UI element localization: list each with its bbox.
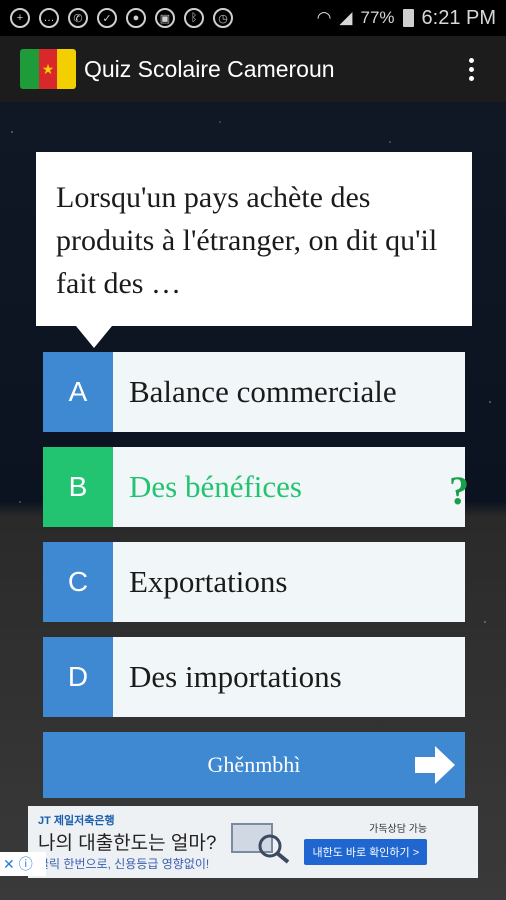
- lock-icon: ▣: [155, 8, 175, 28]
- ad-close[interactable]: ✕ ⓘ: [0, 852, 46, 876]
- message-icon: …: [39, 8, 59, 28]
- overflow-menu-icon[interactable]: [469, 57, 474, 81]
- app-title: Quiz Scolaire Cameroun: [84, 55, 335, 82]
- whatsapp-icon: ✆: [68, 8, 88, 28]
- next-button-label: Ghěnmbhì: [207, 752, 301, 777]
- right-arrow-icon: [415, 746, 455, 784]
- monitor-magnifier-icon: [231, 823, 290, 864]
- ad-headline: 나의 대출한도는 얼마?: [38, 833, 217, 854]
- ad-right: 가독상담 가능 내한도 바로 확인하기 >: [304, 820, 428, 865]
- signal-icon: ◢: [339, 8, 353, 27]
- close-icon[interactable]: ✕: [3, 856, 15, 873]
- question-text: Lorsqu'un pays achète des produits à l'é…: [56, 181, 438, 300]
- answer-text: Balance commerciale: [129, 374, 397, 409]
- ad-tag: 가독상담 가능: [369, 823, 428, 835]
- bluetooth-icon: ᛒ: [184, 8, 204, 28]
- answer-option-c[interactable]: C Exportations: [43, 542, 465, 622]
- ad-subline: 클릭 한번으로, 신용등급 영향없이!: [38, 857, 210, 871]
- status-bar: + … ✆ ✓ ● ▣ ᛒ ◷ ◠ ◢ 77% 6:21 PM: [0, 0, 506, 36]
- plus-icon: +: [10, 8, 30, 28]
- ad-cta-button[interactable]: 내한도 바로 확인하기 >: [304, 838, 428, 865]
- answer-letter: A: [43, 352, 113, 432]
- wifi-icon: ◠: [316, 8, 332, 27]
- answer-letter: B: [43, 447, 113, 527]
- app-bar: ★ Quiz Scolaire Cameroun: [0, 36, 506, 102]
- clock-time: 6:21 PM: [421, 6, 496, 29]
- chat-icon: ✓: [97, 8, 117, 28]
- next-button[interactable]: Ghěnmbhì: [43, 732, 465, 798]
- ad-brand: JT 제일저축은행: [38, 815, 115, 827]
- question-mark-icon: ?: [449, 468, 469, 513]
- answer-letter: D: [43, 637, 113, 717]
- alarm-icon: ◷: [213, 8, 233, 28]
- ad-banner[interactable]: JT 제일저축은행 나의 대출한도는 얼마? 클릭 한번으로, 신용등급 영향없…: [28, 806, 478, 878]
- answer-text: Des importations: [129, 659, 342, 694]
- answer-text: Exportations: [129, 564, 288, 599]
- ad-info-icon[interactable]: ⓘ: [19, 854, 33, 874]
- answer-option-d[interactable]: D Des importations: [43, 637, 465, 717]
- answer-text: Des bénéfices: [129, 469, 302, 504]
- answer-option-b[interactable]: B Des bénéfices ?: [43, 447, 469, 527]
- ad-copy: JT 제일저축은행 나의 대출한도는 얼마? 클릭 한번으로, 신용등급 영향없…: [38, 812, 216, 872]
- notification-icons: + … ✆ ✓ ● ▣ ᛒ ◷: [10, 8, 233, 28]
- status-right: ◠ ◢ 77% 6:21 PM: [317, 7, 496, 30]
- answer-letter: C: [43, 542, 113, 622]
- location-icon: ●: [126, 8, 146, 28]
- battery-icon: [402, 9, 414, 27]
- cameroon-flag-icon: ★: [20, 49, 76, 89]
- question-bubble: Lorsqu'un pays achète des produits à l'é…: [36, 152, 472, 348]
- battery-level: 77%: [360, 8, 395, 27]
- answer-option-a[interactable]: A Balance commerciale: [43, 352, 465, 432]
